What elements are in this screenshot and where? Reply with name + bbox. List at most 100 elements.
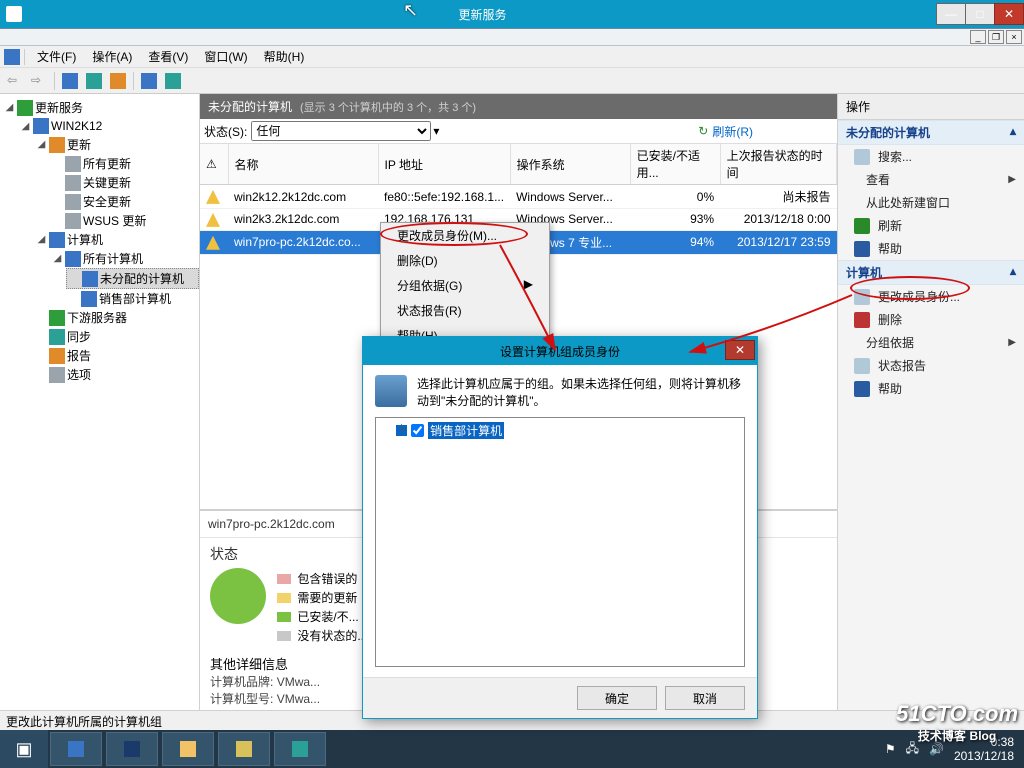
dialog-titlebar[interactable]: 设置计算机组成员身份 ✕ [363,337,757,365]
dialog-text: 选择此计算机应属于的组。如果未选择任何组，则将计算机移动到"未分配的计算机"。 [417,375,745,409]
filter-row: 状态(S): 任何 ▾ ↻刷新(R) [200,119,837,144]
action-help[interactable]: 帮助 [838,237,1024,260]
tray-flag-icon[interactable]: ⚑ [885,742,896,756]
action-group-by[interactable]: 分组依据▶ [838,331,1024,354]
task-wsus[interactable] [274,732,326,766]
group-checkbox[interactable] [411,424,424,437]
mdi-minimize-button[interactable]: _ [970,30,986,44]
menu-action[interactable]: 操作(A) [84,46,140,67]
col-warn-icon[interactable]: ⚠ [200,144,228,185]
status-select[interactable]: 任何 [251,121,431,141]
mdi-restore-button[interactable]: ❐ [988,30,1004,44]
warning-icon [206,213,220,227]
dialog-close-button[interactable]: ✕ [725,340,755,360]
task-powershell[interactable] [106,732,158,766]
action-button[interactable] [162,70,184,92]
menu-window[interactable]: 窗口(W) [196,46,255,67]
forward-button[interactable]: ⇨ [28,70,50,92]
task-explorer[interactable] [162,732,214,766]
dialog-group-list[interactable]: └ 销售部计算机 [375,417,745,667]
tree-connector: └ [396,425,407,436]
properties-button[interactable] [83,70,105,92]
minimize-button[interactable]: — [936,3,966,25]
tray-volume-icon[interactable]: 🔊 [929,742,944,756]
tree-wsus[interactable]: WSUS 更新 [50,211,199,230]
refresh-link[interactable]: ↻刷新(R) [694,123,833,140]
menu-file[interactable]: 文件(F) [29,46,84,67]
cell-last-report: 2013/12/18 0:00 [720,209,836,231]
task-notepad[interactable] [218,732,270,766]
tree-reports[interactable]: 报告 [34,346,199,365]
cell-name: win2k3.2k12dc.com [228,209,378,231]
mdi-close-button[interactable]: × [1006,30,1022,44]
tree-critical[interactable]: 关键更新 [50,173,199,192]
maximize-button[interactable]: □ [965,3,995,25]
delete-icon [854,312,870,328]
action-view[interactable]: 查看▶ [838,168,1024,191]
action-help2[interactable]: 帮助 [838,377,1024,400]
cancel-button[interactable]: 取消 [665,686,745,710]
ctx-delete[interactable]: 删除(D) [381,248,549,273]
tree-all-updates[interactable]: 所有更新 [50,154,199,173]
tree-label: 关键更新 [83,174,131,191]
action-new-window[interactable]: 从此处新建窗口 [838,191,1024,214]
tree-server[interactable]: ◢WIN2K12 [18,117,199,135]
ok-button[interactable]: 确定 [577,686,657,710]
tree-sync[interactable]: 同步 [34,327,199,346]
tree-unassigned[interactable]: 未分配的计算机 [66,268,199,289]
tree-updates[interactable]: ◢更新 [34,135,199,154]
close-button[interactable]: ✕ [994,3,1024,25]
cell-installed: 93% [630,209,720,231]
tree-sales[interactable]: 销售部计算机 [66,289,199,308]
tree-computers[interactable]: ◢计算机 [34,230,199,249]
search-icon [854,149,870,165]
action-status-report[interactable]: 状态报告 [838,354,1024,377]
export-button[interactable] [107,70,129,92]
collapse-icon: ▴ [1010,264,1016,281]
cell-last-report: 2013/12/17 23:59 [720,230,836,254]
taskbar[interactable]: ▣ ⚑ 🖧 🔊 0:382013/12/18 [0,730,1024,768]
ctx-change-membership[interactable]: 更改成员身份(M)... [381,223,549,248]
task-server-manager[interactable] [50,732,102,766]
menu-view[interactable]: 查看(V) [140,46,196,67]
back-button[interactable]: ⇦ [4,70,26,92]
action-change-membership[interactable]: 更改成员身份... [838,285,1024,308]
cell-installed: 94% [630,230,720,254]
tree-label: 所有更新 [83,155,131,172]
group-checkbox-row[interactable]: └ 销售部计算机 [380,422,740,439]
menu-help[interactable]: 帮助(H) [256,46,313,67]
tree-root[interactable]: ◢更新服务 [2,98,199,117]
col-ip[interactable]: IP 地址 [378,144,510,185]
actions-section-unassigned[interactable]: 未分配的计算机▴ [838,120,1024,145]
table-row[interactable]: win2k12.2k12dc.com fe80::5efe:192.168.1.… [200,185,837,209]
nav-tree[interactable]: ◢更新服务 ◢WIN2K12 ◢更新 所有更新 关键更新 安全更新 W [0,94,200,710]
action-search[interactable]: 搜索... [838,145,1024,168]
help-icon [854,381,870,397]
warning-icon [206,190,220,204]
status-pie-chart [210,568,266,624]
actions-section-computer[interactable]: 计算机▴ [838,260,1024,285]
show-hide-tree-button[interactable] [59,70,81,92]
tree-downstream[interactable]: 下游服务器 [34,308,199,327]
help-icon [854,241,870,257]
col-last-report[interactable]: 上次报告状态的时间 [720,144,836,185]
tree-label: 下游服务器 [67,309,127,326]
ctx-status-report[interactable]: 状态报告(R) [381,298,549,323]
list-header-sub: (显示 3 个计算机中的 3 个，共 3 个) [300,99,476,115]
tree-security[interactable]: 安全更新 [50,192,199,211]
tree-options[interactable]: 选项 [34,365,199,384]
cell-ip: fe80::5efe:192.168.1... [378,185,510,209]
cell-last-report: 尚未报告 [720,185,836,209]
action-delete[interactable]: 删除 [838,308,1024,331]
warning-icon [206,236,220,250]
start-button[interactable]: ▣ [0,730,48,768]
ctx-group-by[interactable]: 分组依据(G)▶ [381,273,549,298]
col-os[interactable]: 操作系统 [510,144,630,185]
tree-all-computers[interactable]: ◢所有计算机 [50,249,199,268]
action-refresh[interactable]: 刷新 [838,214,1024,237]
col-installed[interactable]: 已安装/不适用... [630,144,720,185]
help-button[interactable] [138,70,160,92]
toolbar: ⇦ ⇨ [0,68,1024,94]
col-name[interactable]: 名称 [228,144,378,185]
tree-label: 选项 [67,366,91,383]
